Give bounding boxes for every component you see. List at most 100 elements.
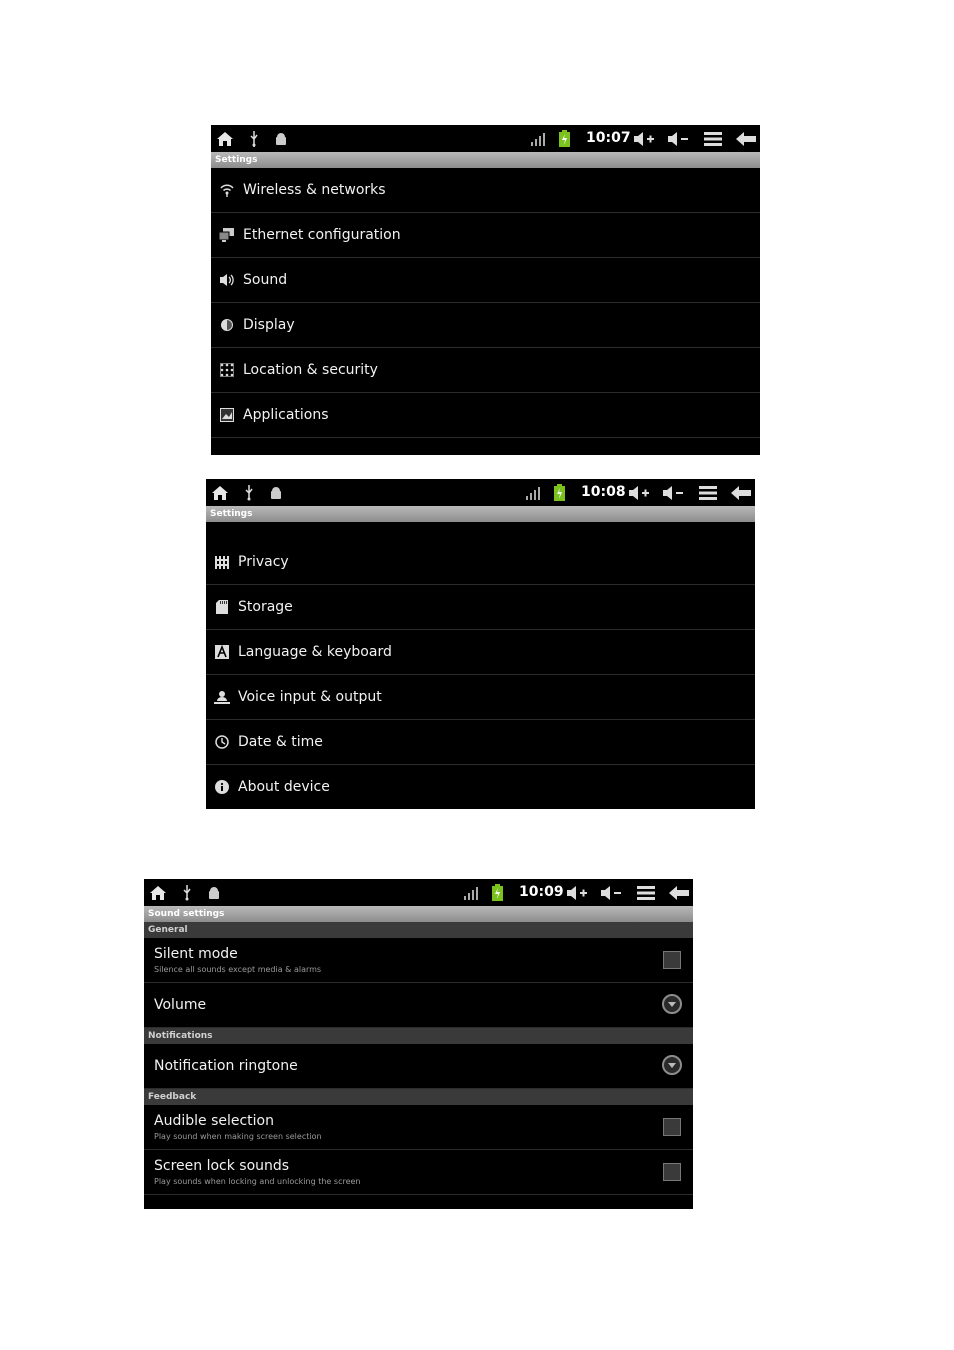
home-icon[interactable] — [148, 883, 168, 902]
chevron-down-icon[interactable] — [662, 1055, 682, 1075]
settings-item-privacy[interactable]: Privacy — [206, 540, 755, 585]
settings-item-label: About device — [238, 779, 330, 795]
settings-item-label: Date & time — [238, 734, 323, 750]
volume-down-icon[interactable] — [667, 129, 689, 148]
title-bar: Sound settings — [144, 906, 693, 922]
title-bar: Settings — [211, 152, 760, 168]
settings-item-partial — [206, 522, 755, 540]
status-bar: 10:09 — [144, 879, 693, 906]
menu-icon[interactable] — [698, 483, 718, 502]
silent-mode-checkbox[interactable] — [663, 951, 681, 969]
screen-lock-sounds-subtitle: Play sounds when locking and unlocking t… — [154, 1177, 361, 1186]
clock: 10:08 — [581, 484, 626, 500]
back-icon[interactable] — [668, 883, 690, 902]
info-icon — [213, 778, 231, 796]
settings-item-sound[interactable]: Sound — [211, 258, 760, 303]
settings-item-partial — [211, 438, 760, 455]
settings-item-storage[interactable]: Storage — [206, 585, 755, 630]
chevron-down-icon[interactable] — [662, 994, 682, 1014]
settings-item-label: Location & security — [243, 362, 378, 378]
settings-item-label: Storage — [238, 599, 293, 615]
silent-mode-title: Silent mode — [154, 946, 238, 962]
menu-icon[interactable] — [703, 129, 723, 148]
usb-icon — [180, 883, 194, 902]
silent-mode-subtitle: Silence all sounds except media & alarms — [154, 965, 322, 974]
applications-icon — [218, 406, 236, 424]
sound-settings-list: General Silent mode Silence all sounds e… — [144, 922, 693, 1195]
sound-settings-screen: 10:09 Sound settings General Silent mode… — [144, 879, 693, 1209]
signal-icon — [529, 129, 547, 148]
battery-icon — [490, 883, 504, 902]
title-bar: Settings — [206, 506, 755, 522]
android-debug-icon — [206, 883, 222, 902]
screen-lock-sounds-title: Screen lock sounds — [154, 1158, 290, 1174]
settings-list: Privacy Storage Language & keyboard Voic… — [206, 522, 755, 809]
section-header-general: General — [144, 922, 693, 938]
section-header-feedback: Feedback — [144, 1089, 693, 1105]
audible-selection-row[interactable]: Audible selection Play sound when making… — [144, 1105, 693, 1150]
settings-item-label: Voice input & output — [238, 689, 382, 705]
clock-icon — [213, 733, 231, 751]
settings-item-applications[interactable]: Applications — [211, 393, 760, 438]
settings-item-label: Privacy — [238, 554, 289, 570]
status-bar: 10:07 — [211, 125, 760, 152]
settings-item-label: Ethernet configuration — [243, 227, 401, 243]
audible-selection-checkbox[interactable] — [663, 1118, 681, 1136]
signal-icon — [462, 883, 480, 902]
volume-up-icon[interactable] — [628, 483, 650, 502]
settings-screen-2: 10:08 Settings Privacy Storage Language … — [206, 479, 755, 809]
audible-selection-title: Audible selection — [154, 1113, 274, 1129]
android-debug-icon — [273, 129, 289, 148]
settings-item-label: Sound — [243, 272, 288, 288]
notification-ringtone-row[interactable]: Notification ringtone — [144, 1044, 693, 1089]
volume-down-icon[interactable] — [600, 883, 622, 902]
battery-icon — [557, 129, 571, 148]
section-header-notifications: Notifications — [144, 1028, 693, 1044]
signal-icon — [524, 483, 542, 502]
notification-ringtone-title: Notification ringtone — [154, 1058, 298, 1074]
back-icon[interactable] — [735, 129, 757, 148]
volume-up-icon[interactable] — [566, 883, 588, 902]
home-icon[interactable] — [215, 129, 235, 148]
audible-selection-subtitle: Play sound when making screen selection — [154, 1132, 322, 1141]
android-debug-icon — [268, 483, 284, 502]
volume-down-icon[interactable] — [662, 483, 684, 502]
settings-item-voice[interactable]: Voice input & output — [206, 675, 755, 720]
usb-icon — [242, 483, 256, 502]
volume-title: Volume — [154, 997, 207, 1013]
privacy-icon — [213, 553, 231, 571]
volume-up-icon[interactable] — [633, 129, 655, 148]
settings-item-label: Wireless & networks — [243, 182, 386, 198]
settings-item-ethernet[interactable]: Ethernet configuration — [211, 213, 760, 258]
language-icon — [213, 643, 231, 661]
settings-item-date-time[interactable]: Date & time — [206, 720, 755, 765]
clock: 10:07 — [586, 130, 631, 146]
settings-screen-1: 10:07 Settings Wireless & networks Ether… — [211, 125, 760, 455]
screen-lock-sounds-checkbox[interactable] — [663, 1163, 681, 1181]
brightness-icon — [218, 316, 236, 334]
wifi-icon — [218, 181, 236, 199]
clock: 10:09 — [519, 884, 564, 900]
screen-lock-sounds-row[interactable]: Screen lock sounds Play sounds when lock… — [144, 1150, 693, 1195]
settings-item-location[interactable]: Location & security — [211, 348, 760, 393]
settings-item-label: Applications — [243, 407, 329, 423]
settings-item-label: Language & keyboard — [238, 644, 392, 660]
settings-item-display[interactable]: Display — [211, 303, 760, 348]
settings-item-language[interactable]: Language & keyboard — [206, 630, 755, 675]
sd-card-icon — [213, 598, 231, 616]
menu-icon[interactable] — [636, 883, 656, 902]
settings-item-wireless[interactable]: Wireless & networks — [211, 168, 760, 213]
back-icon[interactable] — [730, 483, 752, 502]
usb-icon — [247, 129, 261, 148]
speaker-icon — [218, 271, 236, 289]
battery-icon — [552, 483, 566, 502]
status-bar: 10:08 — [206, 479, 755, 506]
settings-item-label: Display — [243, 317, 295, 333]
settings-list: Wireless & networks Ethernet configurati… — [211, 168, 760, 455]
volume-row[interactable]: Volume — [144, 983, 693, 1028]
voice-icon — [213, 688, 231, 706]
silent-mode-row[interactable]: Silent mode Silence all sounds except me… — [144, 938, 693, 983]
location-grid-icon — [218, 361, 236, 379]
home-icon[interactable] — [210, 483, 230, 502]
settings-item-about[interactable]: About device — [206, 765, 755, 809]
